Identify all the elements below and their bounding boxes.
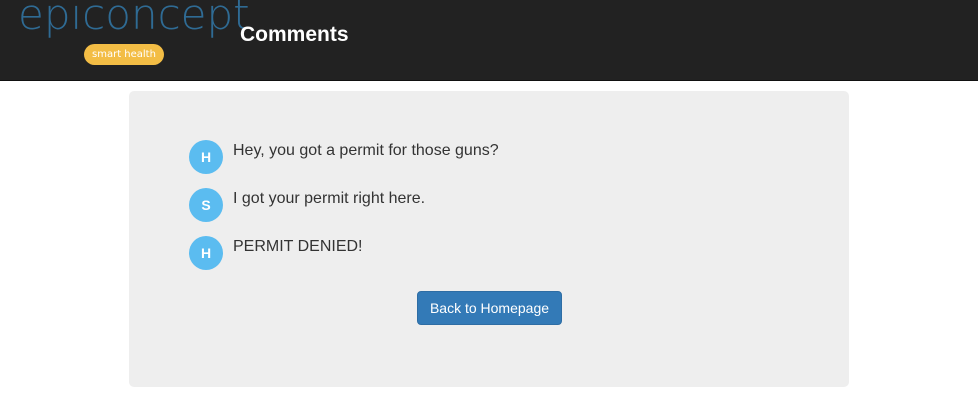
avatar: S <box>189 188 223 222</box>
top-navbar: epiconcept smart health Comments <box>0 0 978 81</box>
back-to-homepage-button[interactable]: Back to Homepage <box>417 291 562 325</box>
comment-list: H Hey, you got a permit for those guns? … <box>189 137 789 281</box>
brand-logo[interactable]: epiconcept smart health <box>18 0 250 70</box>
brand-name: epiconcept <box>18 0 250 39</box>
comment-item: H PERMIT DENIED! <box>189 233 789 281</box>
comments-panel: H Hey, you got a permit for those guns? … <box>129 91 849 387</box>
comment-item: H Hey, you got a permit for those guns? <box>189 137 789 185</box>
comment-text: PERMIT DENIED! <box>233 238 363 255</box>
brand-tagline: smart health <box>84 44 164 65</box>
comment-text: I got your permit right here. <box>233 190 426 207</box>
avatar: H <box>189 140 223 174</box>
comment-text: Hey, you got a permit for those guns? <box>233 142 499 159</box>
comment-item: S I got your permit right here. <box>189 185 789 233</box>
avatar: H <box>189 236 223 270</box>
page-title: Comments <box>240 23 349 46</box>
